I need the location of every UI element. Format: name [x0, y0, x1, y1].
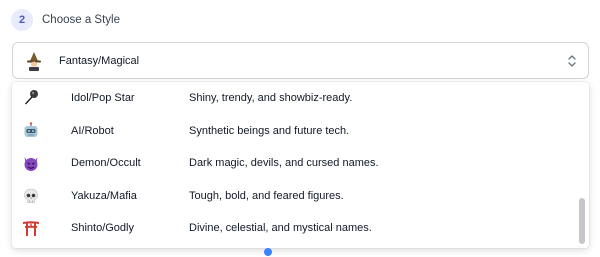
- robot-icon: [21, 121, 41, 141]
- step-title: Choose a Style: [42, 14, 120, 26]
- option-yakuza-mafia[interactable]: Yakuza/Mafia Tough, bold, and feared fig…: [12, 180, 577, 212]
- scrollbar-thumb[interactable]: [579, 198, 585, 244]
- up-down-chevron-icon: [568, 54, 576, 73]
- option-description: Dark magic, devils, and cursed names.: [189, 157, 379, 169]
- devil-face-icon: [21, 153, 41, 173]
- option-name: AI/Robot: [71, 125, 114, 137]
- option-name: Shinto/Godly: [71, 222, 134, 234]
- torii-gate-icon: [21, 218, 41, 238]
- option-name: Yakuza/Mafia: [71, 190, 137, 202]
- skull-icon: [21, 186, 41, 206]
- option-description: Divine, celestial, and mystical names.: [189, 222, 372, 234]
- option-description: Shiny, trendy, and showbiz-ready.: [189, 92, 353, 104]
- dropdown-scrollbar[interactable]: [579, 86, 585, 244]
- option-shinto-godly[interactable]: Shinto/Godly Divine, celestial, and myst…: [12, 212, 577, 244]
- partially-hidden-indicator: [264, 248, 272, 256]
- step-header: 2 Choose a Style: [11, 9, 120, 31]
- microphone-icon: [21, 88, 41, 108]
- option-description: Synthetic beings and future tech.: [189, 125, 350, 137]
- option-idol-pop-star[interactable]: Idol/Pop Star Shiny, trendy, and showbiz…: [12, 82, 577, 114]
- style-select[interactable]: Fantasy/Magical: [12, 42, 589, 79]
- option-name: Demon/Occult: [71, 157, 141, 169]
- style-dropdown-list: Idol/Pop Star Shiny, trendy, and showbiz…: [12, 82, 589, 248]
- option-demon-occult[interactable]: Demon/Occult Dark magic, devils, and cur…: [12, 147, 577, 179]
- option-name: Idol/Pop Star: [71, 92, 135, 104]
- wizard-icon: [23, 50, 45, 72]
- option-ai-robot[interactable]: AI/Robot Synthetic beings and future tec…: [12, 115, 577, 147]
- step-number-badge: 2: [11, 9, 33, 31]
- option-description: Tough, bold, and feared figures.: [189, 190, 344, 202]
- selected-style-label: Fantasy/Magical: [59, 54, 140, 67]
